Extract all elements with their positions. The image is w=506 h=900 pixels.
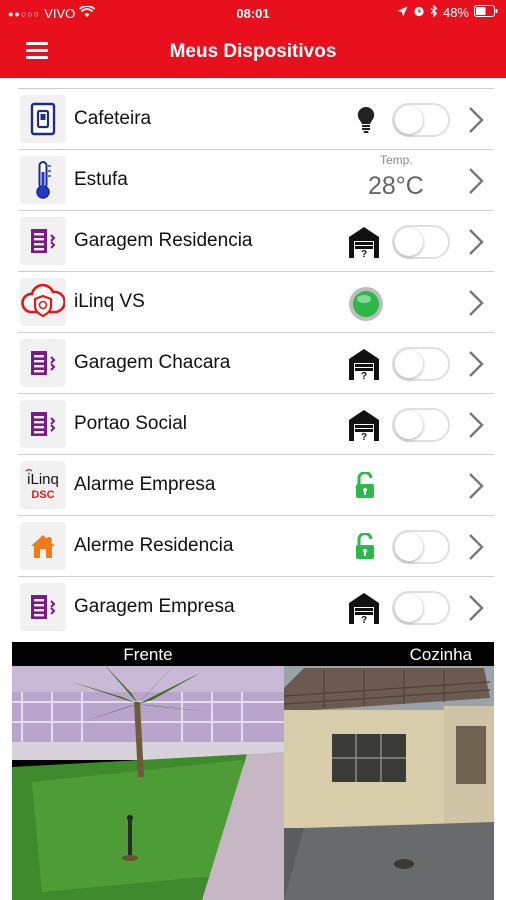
power-toggle[interactable] xyxy=(392,530,450,564)
list-item[interactable]: iLinq DSC Alarme Empresa xyxy=(0,455,506,516)
camera-feed-cozinha[interactable]: Cozinha xyxy=(284,642,494,900)
list-item[interactable]: Portao Social ? xyxy=(0,394,506,455)
battery-label: 48% xyxy=(442,5,469,20)
temperature-value: 28°C xyxy=(368,172,424,200)
list-item[interactable]: Garagem Residencia ? xyxy=(0,211,506,272)
chevron-right-icon[interactable] xyxy=(466,411,486,439)
camera-image xyxy=(284,642,494,900)
device-name: iLinq VS xyxy=(74,291,145,312)
switch-icon xyxy=(20,95,66,143)
svg-text:?: ? xyxy=(361,249,367,259)
garage-icon: ? xyxy=(347,591,381,630)
svg-text:iLinq: iLinq xyxy=(27,471,59,488)
power-toggle[interactable] xyxy=(392,408,450,442)
chevron-right-icon[interactable] xyxy=(466,472,486,500)
device-name: Estufa xyxy=(74,169,128,190)
status-right: 48% xyxy=(397,4,498,20)
chevron-right-icon[interactable] xyxy=(466,533,486,561)
alarm-clock-icon xyxy=(413,5,425,20)
svg-text:?: ? xyxy=(361,371,367,381)
unlocked-padlock-icon xyxy=(354,532,376,566)
chevron-right-icon[interactable] xyxy=(466,350,486,378)
status-led-icon xyxy=(348,286,384,327)
device-name: Alerme Residencia xyxy=(74,535,234,556)
device-name: Garagem Residencia xyxy=(74,230,253,251)
device-name: Cafeteira xyxy=(74,108,152,129)
unlocked-padlock-icon xyxy=(354,471,376,505)
nav-bar: Meus Dispositivos xyxy=(0,28,506,78)
device-name: Garagem Empresa xyxy=(74,596,235,617)
gate-icon xyxy=(20,400,66,448)
bluetooth-icon xyxy=(430,4,438,20)
svg-text:?: ? xyxy=(361,432,367,442)
device-name: Alarme Empresa xyxy=(74,474,216,495)
device-name: Garagem Chacara xyxy=(74,352,231,373)
camera-label: Cozinha xyxy=(409,645,472,664)
garage-icon: ? xyxy=(347,347,381,386)
power-toggle[interactable] xyxy=(392,225,450,259)
gate-icon xyxy=(20,339,66,387)
battery-icon xyxy=(474,5,498,20)
power-toggle[interactable] xyxy=(392,591,450,625)
thermometer-icon xyxy=(20,156,66,204)
camera-image xyxy=(12,642,284,900)
ilinq-vs-icon xyxy=(20,278,66,326)
gate-icon xyxy=(20,217,66,265)
status-bar: ●●○○○ VIVO 08:01 48% xyxy=(0,0,506,28)
garage-icon: ? xyxy=(347,225,381,264)
svg-text:?: ? xyxy=(361,615,367,625)
device-list: Cafeteira Estufa Temp. 28°C Garagem Resi… xyxy=(0,78,506,642)
list-item[interactable]: iLinq VS xyxy=(0,272,506,333)
camera-label: Frente xyxy=(123,645,173,664)
temperature-caption: Temp. xyxy=(380,153,413,167)
chevron-right-icon[interactable] xyxy=(466,167,486,195)
list-item[interactable]: Garagem Chacara ? xyxy=(0,333,506,394)
page-title: Meus Dispositivos xyxy=(169,41,337,62)
camera-panel: Frente Cozinha xyxy=(0,642,506,900)
list-item[interactable]: Cafeteira xyxy=(0,89,506,150)
home-alarm-icon xyxy=(20,522,66,570)
gate-icon xyxy=(20,583,66,631)
bulb-icon xyxy=(357,106,375,139)
garage-icon: ? xyxy=(347,408,381,447)
svg-text:DSC: DSC xyxy=(31,489,54,501)
location-icon xyxy=(397,5,408,20)
chevron-right-icon[interactable] xyxy=(466,594,486,622)
power-toggle[interactable] xyxy=(392,103,450,137)
chevron-right-icon[interactable] xyxy=(466,289,486,317)
camera-feed-frente[interactable]: Frente xyxy=(12,642,284,900)
power-toggle[interactable] xyxy=(392,347,450,381)
device-name: Portao Social xyxy=(74,413,188,434)
list-item[interactable]: Garagem Empresa ? xyxy=(0,577,506,638)
ilinq-dsc-icon: iLinq DSC xyxy=(20,461,66,509)
list-item[interactable]: Alerme Residencia xyxy=(0,516,506,577)
chevron-right-icon[interactable] xyxy=(466,228,486,256)
chevron-right-icon[interactable] xyxy=(466,106,486,134)
list-item[interactable]: Estufa Temp. 28°C xyxy=(0,150,506,211)
